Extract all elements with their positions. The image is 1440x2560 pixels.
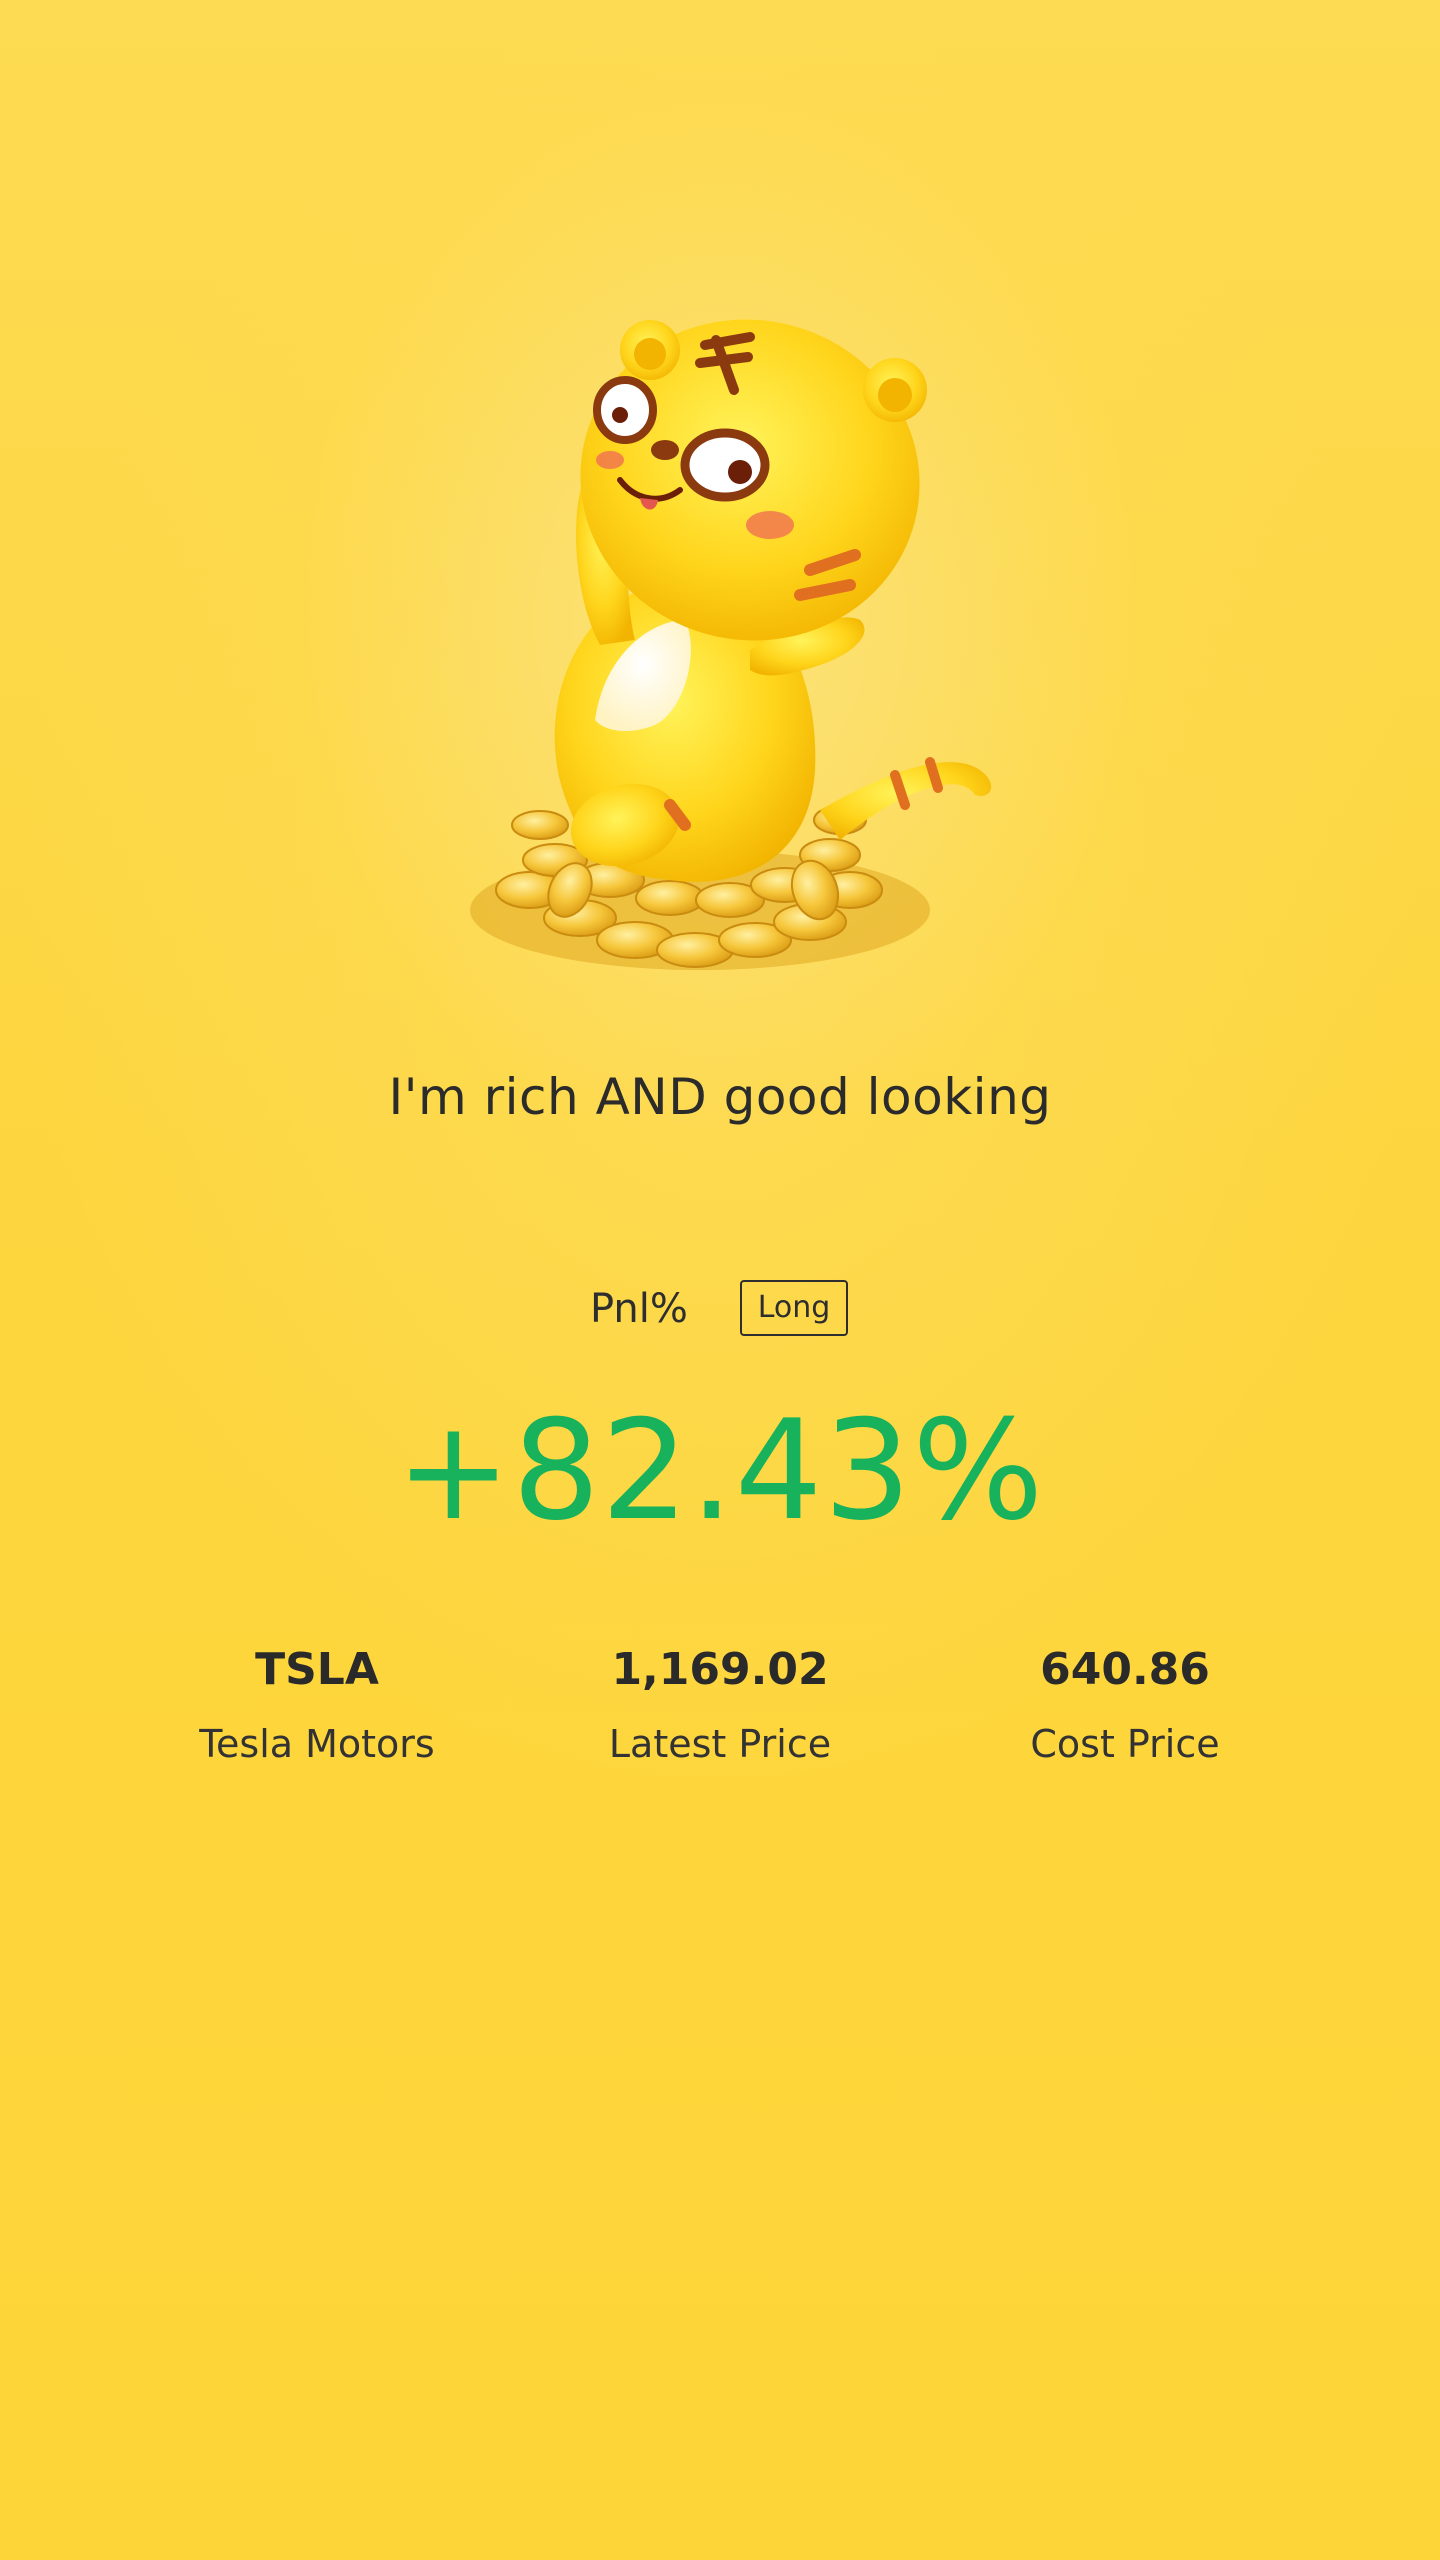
cost-price-value: 640.86 bbox=[1040, 1644, 1210, 1695]
latest-price-label: Latest Price bbox=[608, 1722, 832, 1766]
cost-price-label: Cost Price bbox=[1030, 1722, 1220, 1766]
stat-latest-price: 1,169.02 Latest Price bbox=[560, 1640, 880, 1768]
stat-cost-price: 640.86 Cost Price bbox=[965, 1640, 1285, 1768]
stat-symbol: TSLA Tesla Motors bbox=[157, 1640, 477, 1768]
position-side-badge: Long bbox=[740, 1280, 848, 1336]
latest-price-value: 1,169.02 bbox=[611, 1644, 829, 1695]
pnl-header: Pnl% Long bbox=[0, 1280, 1440, 1340]
stock-name: Tesla Motors bbox=[199, 1722, 435, 1766]
tagline: I'm rich AND good looking bbox=[388, 1068, 1052, 1126]
pnl-percentage-value: +82.43% bbox=[395, 1390, 1045, 1551]
tiger-mascot-on-gold-coins-icon bbox=[470, 319, 992, 970]
stock-symbol: TSLA bbox=[255, 1644, 379, 1695]
pnl-label: Pnl% bbox=[590, 1286, 688, 1332]
